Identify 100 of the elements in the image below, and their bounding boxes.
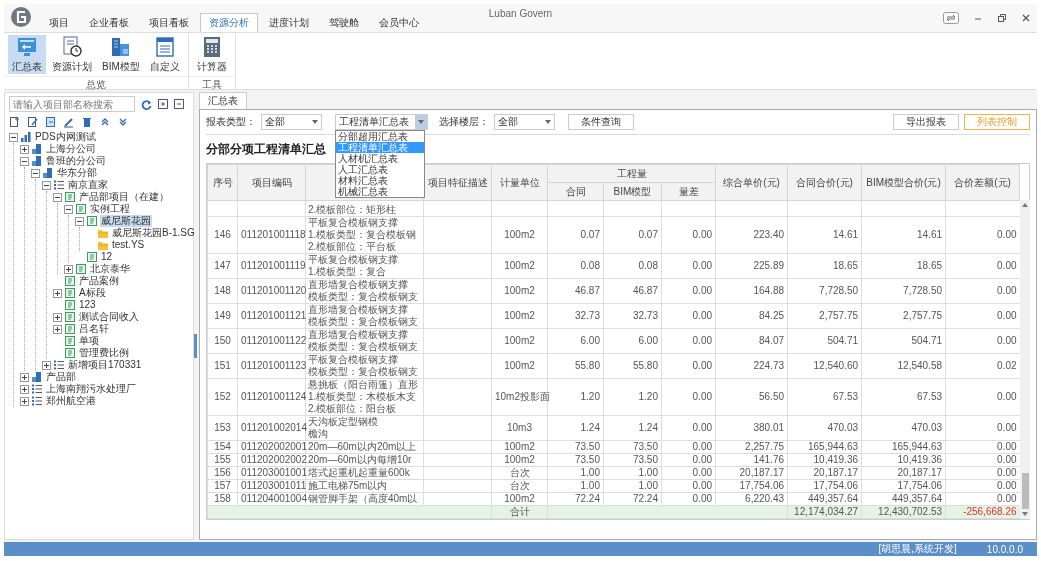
table-cell: 14.61 xyxy=(787,216,862,254)
double-chevron-down-icon[interactable] xyxy=(117,116,129,128)
column-header: 综合单价(元) xyxy=(715,164,788,201)
dropdown[interactable]: 全部 xyxy=(494,114,555,130)
table-cell: 20,187.17 xyxy=(787,466,862,480)
add-document-icon[interactable] xyxy=(9,116,21,128)
table-cell: 直形墙复合模板钢支撑 模板类型：复合模板钢支 xyxy=(305,328,424,354)
dropdown-option[interactable]: 分部超用汇总表 xyxy=(336,131,424,142)
trash-icon[interactable] xyxy=(81,116,93,128)
restore-icon[interactable] xyxy=(997,13,1007,23)
tree-item[interactable]: 吕名轩 xyxy=(78,323,110,335)
tree-toggle[interactable] xyxy=(42,180,51,190)
tree-toggle[interactable] xyxy=(53,192,62,202)
ribbon-button[interactable]: 计算器 xyxy=(192,35,231,74)
refresh-icon[interactable] xyxy=(141,98,152,110)
tree-item[interactable]: 南京直家 xyxy=(67,179,109,191)
tree-toggle[interactable] xyxy=(42,360,51,370)
tree-toggle[interactable] xyxy=(53,288,62,298)
swap-icon[interactable] xyxy=(943,12,959,24)
edit-document-icon[interactable] xyxy=(27,116,39,128)
table-cell: 164.88 xyxy=(715,278,788,304)
ribbon-button[interactable]: 资源计划 xyxy=(48,35,96,74)
table-cell: 0.00 xyxy=(661,353,716,379)
pencil-icon[interactable] xyxy=(63,116,75,128)
table-cell: 100m2 xyxy=(491,216,548,254)
document-tab[interactable]: 汇总表 xyxy=(199,92,247,109)
query-button[interactable]: 条件查询 xyxy=(568,114,634,130)
tree-item[interactable]: 单项 xyxy=(78,335,100,347)
table-cell: 55.80 xyxy=(547,353,604,379)
tree-item[interactable]: 威尼斯花园B-1.SG xyxy=(111,227,196,239)
menu-tab[interactable]: 项目看板 xyxy=(140,13,198,32)
tree-item[interactable]: 12 xyxy=(100,251,114,263)
menu-tab[interactable]: 驾驶舱 xyxy=(320,13,368,32)
scrollbar-thumb[interactable] xyxy=(1021,473,1029,509)
table-cell: 20m—60m以内20m以上 xyxy=(305,440,424,454)
splitter-handle[interactable] xyxy=(194,334,197,358)
tree-item[interactable]: A标段 xyxy=(78,287,107,299)
collapse-all-icon[interactable] xyxy=(174,99,184,109)
dropdown-option[interactable]: 机械汇总表 xyxy=(336,186,424,197)
tree-item[interactable]: 北京泰华 xyxy=(89,263,131,275)
tree-item[interactable]: 测试合同收入 xyxy=(78,311,140,323)
table-cell: 18.65 xyxy=(861,253,946,279)
table-cell: 17,754.06 xyxy=(787,479,862,493)
search-field[interactable]: 请输入项目部名称搜索 xyxy=(9,96,135,112)
tree-item[interactable]: 实例工程 xyxy=(89,203,131,215)
import-icon[interactable] xyxy=(45,116,57,128)
tree-item[interactable]: 郑州航空港 xyxy=(45,395,97,407)
dropdown-option[interactable]: 人工汇总表 xyxy=(336,164,424,175)
document-icon xyxy=(64,335,76,347)
table-cell: 011203001011 xyxy=(237,479,306,493)
tree-item[interactable]: 产品部 xyxy=(45,371,77,383)
menu-tab[interactable]: 资源分析 xyxy=(200,13,258,32)
table-cell: 10m2投影面 xyxy=(491,378,548,416)
menu-tab[interactable]: 企业看板 xyxy=(80,13,138,32)
menu-tab[interactable]: 项目 xyxy=(40,13,78,32)
ribbon-button[interactable]: 汇总表 xyxy=(8,35,46,74)
tree-toggle[interactable] xyxy=(64,204,73,214)
dropdown-option[interactable]: 材料汇总表 xyxy=(336,175,424,186)
tree-item[interactable]: 威尼斯花园 xyxy=(100,215,152,227)
export-button[interactable]: 导出报表 xyxy=(893,114,959,130)
tree-item[interactable]: 华东分部 xyxy=(56,167,98,179)
tree-toggle[interactable] xyxy=(53,312,62,322)
close-icon[interactable] xyxy=(1021,13,1031,23)
tree-toggle[interactable] xyxy=(31,168,40,178)
expand-all-icon[interactable] xyxy=(158,99,168,109)
dropdown-option[interactable]: 人材机汇总表 xyxy=(336,153,424,164)
ribbon-button[interactable]: BIM模型 xyxy=(98,35,144,74)
building-icon xyxy=(31,371,43,383)
ribbon-button[interactable]: 自定义 xyxy=(145,35,184,74)
tree-item[interactable]: test.YS xyxy=(111,239,146,251)
tree-toggle[interactable] xyxy=(53,324,62,334)
tree-toggle[interactable] xyxy=(20,372,29,382)
tree-item[interactable]: 鲁班的分公司 xyxy=(45,155,107,167)
dropdown[interactable]: 全部 xyxy=(261,114,322,130)
tree-item[interactable]: 产品部项目（在建） xyxy=(78,191,170,203)
dropdown[interactable]: 工程清单汇总表 xyxy=(335,114,428,130)
tree-item[interactable]: 产品案例 xyxy=(78,275,120,287)
double-chevron-up-icon[interactable] xyxy=(99,116,111,128)
tree-item[interactable]: PDS内网测试 xyxy=(34,131,97,143)
list-icon xyxy=(31,383,43,395)
tree-item[interactable]: 管理费比例 xyxy=(78,347,130,359)
tree-toggle[interactable] xyxy=(9,132,18,142)
tree-toggle[interactable] xyxy=(20,156,29,166)
table-cell: 塔式起重机起重量600k xyxy=(305,466,424,480)
table-cell: 0.08 xyxy=(603,253,662,279)
tree-toggle[interactable] xyxy=(20,144,29,154)
menu-tab[interactable]: 进度计划 xyxy=(260,13,318,32)
tree-toggle[interactable] xyxy=(20,396,29,406)
tree-item[interactable]: 上海南翔污水处理厂 xyxy=(45,383,137,395)
scrollbar[interactable] xyxy=(1020,200,1031,519)
table-cell: 0.00 xyxy=(945,415,1020,441)
tree-toggle[interactable] xyxy=(64,264,73,274)
menu-tab[interactable]: 会员中心 xyxy=(370,13,428,32)
table-cell: 148 xyxy=(207,278,238,304)
tree-item[interactable]: 上海分公司 xyxy=(45,143,97,155)
tree-toggle[interactable] xyxy=(75,216,84,226)
tree-toggle[interactable] xyxy=(20,384,29,394)
tree-item[interactable]: 123 xyxy=(78,299,97,311)
table-cell: 011201001122 xyxy=(237,328,306,354)
tree-item[interactable]: 新增项目170331 xyxy=(67,359,143,371)
